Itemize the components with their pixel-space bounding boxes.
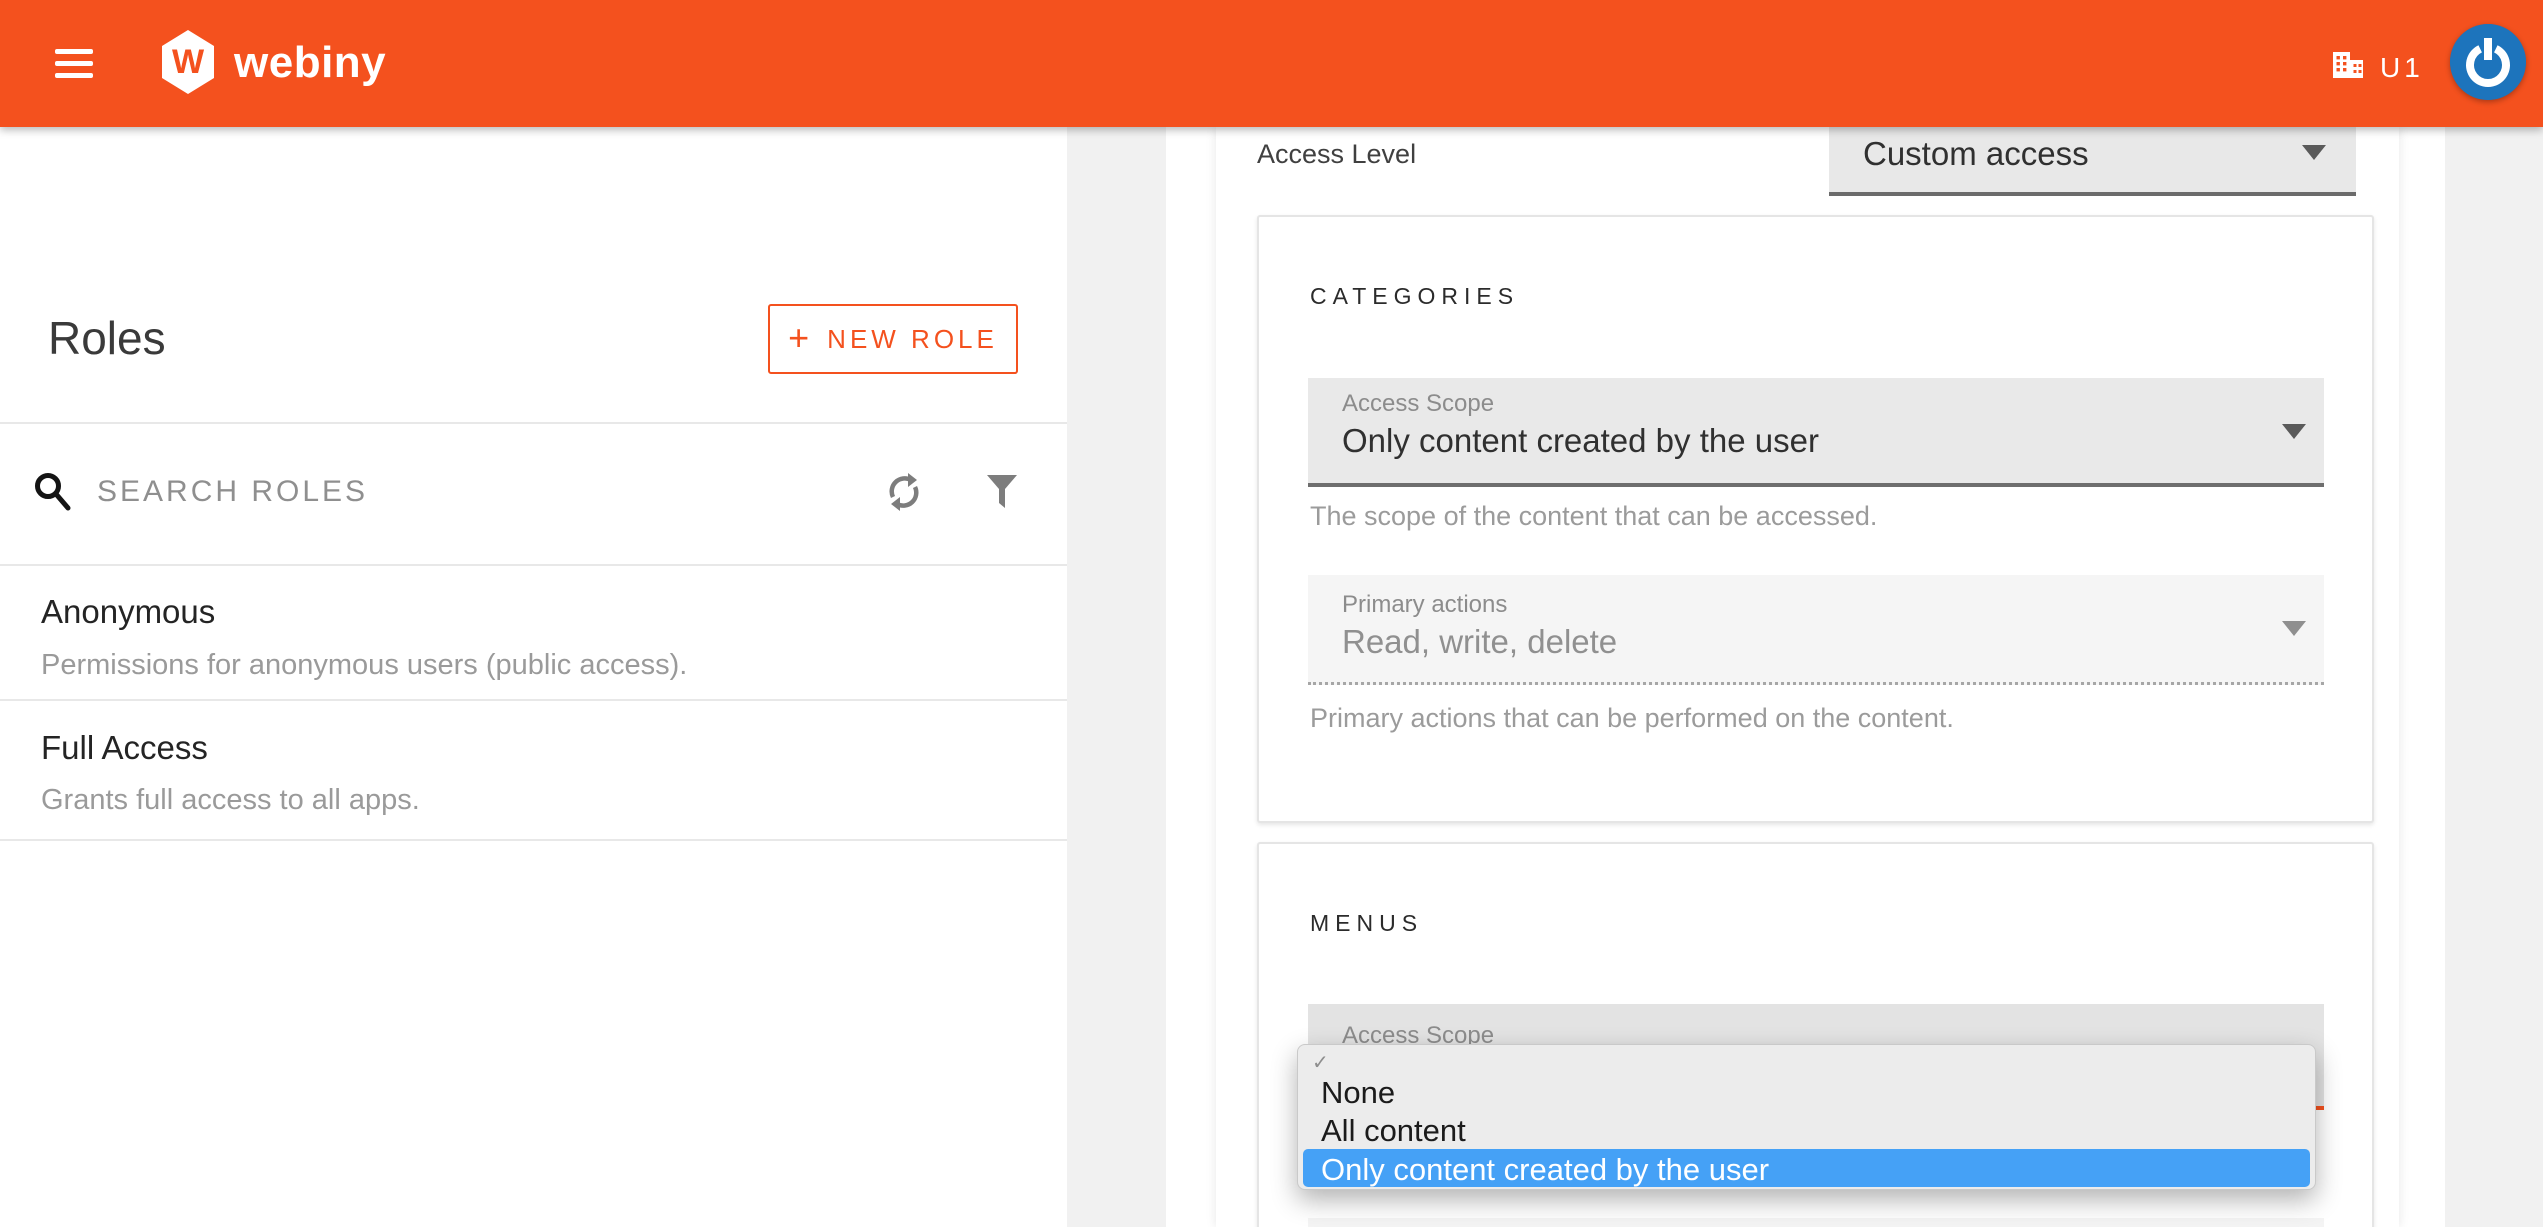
helper-text: Primary actions that can be performed on… [1310, 703, 1954, 734]
divider [0, 564, 1067, 566]
next-field-partial [1308, 1218, 2324, 1227]
helper-text: The scope of the content that can be acc… [1310, 501, 1877, 532]
new-role-button[interactable]: + NEW ROLE [768, 304, 1018, 374]
new-role-button-label: NEW ROLE [827, 324, 998, 355]
current-selection-checkmark-icon: ✓ [1312, 1050, 1329, 1075]
roles-list-panel: Roles + NEW ROLE SEARCH ROLES [0, 127, 1067, 1227]
access-level-value: Custom access [1863, 135, 2089, 173]
page-title: Roles [48, 311, 166, 365]
hamburger-menu-icon[interactable] [55, 49, 93, 79]
power-glyph-icon [2450, 24, 2526, 100]
search-input[interactable]: SEARCH ROLES [97, 475, 368, 509]
role-details-panel: Access Level Custom access CATEGORIES Ac… [1166, 127, 2445, 1227]
tenant-id-label: U1 [2380, 52, 2424, 84]
filter-icon[interactable] [986, 475, 1018, 509]
access-level-select[interactable]: Custom access [1829, 127, 2356, 196]
permissions-form: Access Level Custom access CATEGORIES Ac… [1216, 127, 2399, 1227]
menus-card-title: MENUS [1310, 910, 1423, 937]
access-level-label: Access Level [1257, 139, 1416, 170]
webiny-admin-screen: W webiny U1 [0, 0, 2543, 1227]
dropdown-option-label: Only content created by the user [1321, 1152, 1769, 1188]
divider [0, 422, 1067, 424]
webiny-logo-letter: W [172, 43, 204, 82]
categories-card-title: CATEGORIES [1310, 283, 1519, 310]
top-app-bar: W webiny U1 [0, 0, 2543, 127]
categories-primary-actions-select[interactable]: Primary actions Read, write, delete [1308, 575, 2324, 685]
user-avatar[interactable] [2450, 24, 2526, 100]
role-name: Anonymous [41, 593, 215, 631]
chevron-down-icon [2282, 424, 2306, 439]
dropdown-option-highlighted[interactable]: Only content created by the user [1303, 1149, 2310, 1187]
chevron-down-icon [2302, 145, 2326, 160]
role-name: Full Access [41, 729, 208, 767]
webiny-wordmark: webiny [234, 38, 386, 88]
role-description: Permissions for anonymous users (public … [41, 649, 687, 682]
plus-icon: + [788, 317, 809, 359]
tenant-building-icon[interactable] [2332, 49, 2364, 79]
categories-permission-card: CATEGORIES Access Scope Only content cre… [1257, 215, 2374, 823]
webiny-logo-icon[interactable]: W [162, 30, 214, 94]
select-value: Only content created by the user [1342, 422, 1819, 460]
refresh-icon[interactable] [884, 472, 924, 512]
select-label: Access Scope [1342, 390, 1494, 418]
native-select-dropdown: ✓ None All content Only content created … [1297, 1044, 2316, 1190]
divider [0, 839, 1067, 841]
categories-access-scope-select[interactable]: Access Scope Only content created by the… [1308, 378, 2324, 487]
search-icon [33, 471, 73, 511]
dropdown-option-none[interactable]: None [1321, 1075, 1395, 1111]
select-value: Read, write, delete [1342, 623, 1617, 661]
dropdown-option-all-content[interactable]: All content [1321, 1113, 1466, 1149]
chevron-down-icon [2282, 621, 2306, 636]
select-label: Primary actions [1342, 591, 1507, 619]
divider [0, 699, 1067, 701]
role-description: Grants full access to all apps. [41, 784, 420, 817]
